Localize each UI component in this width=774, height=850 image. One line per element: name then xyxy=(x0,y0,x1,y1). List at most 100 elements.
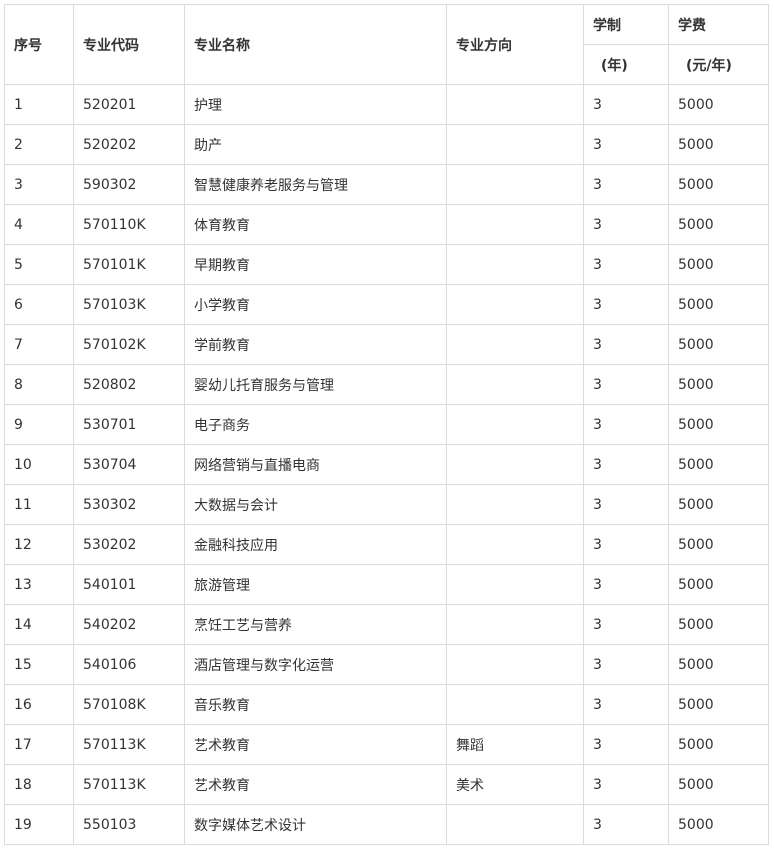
table-row: 3 590302 智慧健康养老服务与管理 3 5000 xyxy=(4,164,769,205)
cell-code: 520202 xyxy=(73,124,185,165)
cell-code: 570113K xyxy=(73,724,185,765)
cell-name: 学前教育 xyxy=(184,324,447,365)
cell-direction xyxy=(446,84,584,125)
cell-index: 14 xyxy=(4,604,74,645)
cell-name: 艺术教育 xyxy=(184,764,447,805)
cell-direction xyxy=(446,244,584,285)
table-row: 17 570113K 艺术教育 舞蹈 3 5000 xyxy=(4,724,769,765)
header-name: 专业名称 xyxy=(184,4,447,85)
cell-code: 570103K xyxy=(73,284,185,325)
cell-code: 570110K xyxy=(73,204,185,245)
table-row: 16 570108K 音乐教育 3 5000 xyxy=(4,684,769,725)
cell-name: 艺术教育 xyxy=(184,724,447,765)
cell-years: 3 xyxy=(583,164,669,205)
cell-fee: 5000 xyxy=(668,764,769,805)
cell-years: 3 xyxy=(583,804,669,845)
table-row: 2 520202 助产 3 5000 xyxy=(4,124,769,165)
header-direction: 专业方向 xyxy=(446,4,584,85)
cell-name: 烹饪工艺与营养 xyxy=(184,604,447,645)
table-row: 11 530302 大数据与会计 3 5000 xyxy=(4,484,769,525)
cell-fee: 5000 xyxy=(668,444,769,485)
cell-years: 3 xyxy=(583,404,669,445)
cell-index: 10 xyxy=(4,444,74,485)
cell-name: 智慧健康养老服务与管理 xyxy=(184,164,447,205)
table-row: 13 540101 旅游管理 3 5000 xyxy=(4,564,769,605)
cell-years: 3 xyxy=(583,524,669,565)
cell-code: 570108K xyxy=(73,684,185,725)
cell-direction xyxy=(446,284,584,325)
cell-years: 3 xyxy=(583,284,669,325)
cell-direction xyxy=(446,564,584,605)
cell-fee: 5000 xyxy=(668,284,769,325)
cell-index: 2 xyxy=(4,124,74,165)
table-row: 1 520201 护理 3 5000 xyxy=(4,84,769,125)
cell-code: 530704 xyxy=(73,444,185,485)
cell-direction xyxy=(446,604,584,645)
cell-index: 1 xyxy=(4,84,74,125)
cell-code: 570101K xyxy=(73,244,185,285)
cell-fee: 5000 xyxy=(668,604,769,645)
cell-name: 酒店管理与数字化运营 xyxy=(184,644,447,685)
cell-code: 520802 xyxy=(73,364,185,405)
cell-direction: 美术 xyxy=(446,764,584,805)
cell-fee: 5000 xyxy=(668,364,769,405)
table-row: 18 570113K 艺术教育 美术 3 5000 xyxy=(4,764,769,805)
header-fee-unit: (元/年) xyxy=(668,44,769,85)
cell-direction: 舞蹈 xyxy=(446,724,584,765)
cell-code: 570102K xyxy=(73,324,185,365)
table-row: 9 530701 电子商务 3 5000 xyxy=(4,404,769,445)
cell-name: 小学教育 xyxy=(184,284,447,325)
cell-years: 3 xyxy=(583,204,669,245)
cell-direction xyxy=(446,484,584,525)
cell-fee: 5000 xyxy=(668,124,769,165)
table-row: 12 530202 金融科技应用 3 5000 xyxy=(4,524,769,565)
cell-years: 3 xyxy=(583,84,669,125)
cell-years: 3 xyxy=(583,724,669,765)
table-row: 5 570101K 早期教育 3 5000 xyxy=(4,244,769,285)
cell-name: 网络营销与直播电商 xyxy=(184,444,447,485)
header-years: 学制 xyxy=(583,4,669,45)
cell-direction xyxy=(446,804,584,845)
cell-years: 3 xyxy=(583,364,669,405)
cell-index: 4 xyxy=(4,204,74,245)
cell-index: 11 xyxy=(4,484,74,525)
cell-index: 7 xyxy=(4,324,74,365)
cell-name: 旅游管理 xyxy=(184,564,447,605)
cell-fee: 5000 xyxy=(668,684,769,725)
table-row: 8 520802 婴幼儿托育服务与管理 3 5000 xyxy=(4,364,769,405)
cell-fee: 5000 xyxy=(668,524,769,565)
cell-direction xyxy=(446,124,584,165)
cell-code: 540106 xyxy=(73,644,185,685)
cell-fee: 5000 xyxy=(668,644,769,685)
cell-code: 590302 xyxy=(73,164,185,205)
cell-index: 9 xyxy=(4,404,74,445)
cell-years: 3 xyxy=(583,124,669,165)
cell-fee: 5000 xyxy=(668,204,769,245)
table-row: 19 550103 数字媒体艺术设计 3 5000 xyxy=(4,804,769,845)
cell-direction xyxy=(446,444,584,485)
cell-name: 金融科技应用 xyxy=(184,524,447,565)
cell-code: 570113K xyxy=(73,764,185,805)
table-row: 14 540202 烹饪工艺与营养 3 5000 xyxy=(4,604,769,645)
cell-code: 530202 xyxy=(73,524,185,565)
cell-direction xyxy=(446,204,584,245)
cell-direction xyxy=(446,524,584,565)
cell-index: 17 xyxy=(4,724,74,765)
cell-direction xyxy=(446,404,584,445)
header-code: 专业代码 xyxy=(73,4,185,85)
cell-years: 3 xyxy=(583,764,669,805)
header-index: 序号 xyxy=(4,4,74,85)
cell-fee: 5000 xyxy=(668,484,769,525)
cell-index: 12 xyxy=(4,524,74,565)
cell-years: 3 xyxy=(583,564,669,605)
cell-fee: 5000 xyxy=(668,804,769,845)
cell-index: 13 xyxy=(4,564,74,605)
cell-direction xyxy=(446,644,584,685)
cell-index: 19 xyxy=(4,804,74,845)
cell-index: 16 xyxy=(4,684,74,725)
cell-fee: 5000 xyxy=(668,404,769,445)
cell-direction xyxy=(446,364,584,405)
cell-index: 6 xyxy=(4,284,74,325)
cell-index: 3 xyxy=(4,164,74,205)
cell-code: 550103 xyxy=(73,804,185,845)
